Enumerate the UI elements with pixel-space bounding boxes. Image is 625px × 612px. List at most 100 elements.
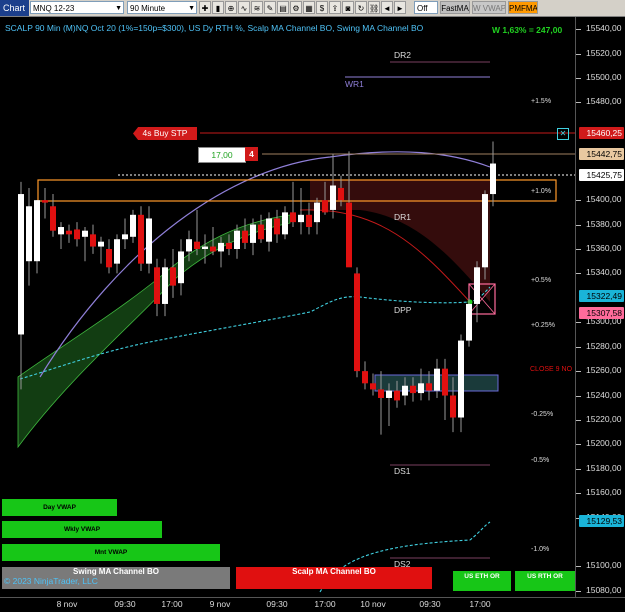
bull-candle[interactable] [402, 385, 408, 396]
bear-candle[interactable] [138, 214, 144, 264]
bull-candle[interactable] [130, 214, 136, 237]
cancel-order-button[interactable]: ✕ [557, 128, 569, 140]
strategies-button[interactable]: ≋ [251, 1, 263, 14]
bull-candle[interactable] [98, 241, 104, 247]
refresh-button[interactable]: ↻ [355, 1, 367, 14]
bull-candle[interactable] [114, 239, 120, 264]
fastma-button[interactable]: FastMA [440, 1, 470, 14]
instrument-selector[interactable]: MNQ 12-23 ▼ [30, 1, 124, 14]
bear-candle[interactable] [450, 395, 456, 418]
order-qty-field[interactable]: 17,00 [198, 147, 246, 163]
bull-candle[interactable] [434, 368, 440, 391]
scroll-right-button[interactable]: ► [394, 1, 406, 14]
bull-candle[interactable] [234, 230, 240, 249]
screenshot-button[interactable]: ◙ [342, 1, 354, 14]
bear-candle[interactable] [242, 230, 248, 243]
order-count-badge[interactable]: 4 [245, 147, 258, 161]
price-axis[interactable]: 15540,00 15520,00 15500,00 15480,00 15400,00… [575, 17, 625, 597]
price-chart[interactable]: SCALP 90 Min (M)NQ Oct 20 (1%=150p=$300)… [0, 17, 575, 597]
bear-candle[interactable] [394, 390, 400, 401]
scalp-ma-footer-bar[interactable]: Scalp MA Channel BO [236, 567, 432, 589]
wkly-vwap-button[interactable]: Wkly VWAP [2, 521, 162, 538]
bull-candle[interactable] [178, 251, 184, 284]
bull-candle[interactable] [458, 340, 464, 418]
bear-candle[interactable] [226, 242, 232, 249]
bull-candle[interactable] [18, 194, 24, 335]
bull-candle[interactable] [474, 267, 480, 304]
time-axis[interactable]: 8 nov 09:30 17:00 9 nov 09:30 17:00 10 nov 09:3… [0, 597, 625, 612]
bear-candle[interactable] [338, 187, 344, 201]
bull-candle[interactable] [250, 224, 256, 243]
day-vwap-button[interactable]: Day VWAP [2, 499, 117, 516]
bull-candle[interactable] [418, 383, 424, 394]
buy-stop-order[interactable]: 4s Buy STP [133, 127, 197, 140]
drawing-tools-button[interactable]: ✎ [264, 1, 276, 14]
mnt-vwap-button[interactable]: Mnt VWAP [2, 544, 220, 561]
bear-candle[interactable] [194, 241, 200, 249]
interval-selector[interactable]: 90 Minute ▼ [127, 1, 197, 14]
bear-candle[interactable] [370, 383, 376, 390]
off-selector[interactable]: Off [414, 1, 438, 14]
bar-style-button[interactable]: ▮ [212, 1, 224, 14]
us-rth-or-button[interactable]: US RTH OR [515, 571, 575, 591]
share-button[interactable]: ⇪ [329, 1, 341, 14]
bear-candle[interactable] [42, 200, 48, 203]
bull-candle[interactable] [314, 202, 320, 223]
arrow-right-icon: ► [396, 4, 404, 13]
bull-candle[interactable] [34, 200, 40, 262]
bull-candle[interactable] [330, 185, 336, 210]
bear-candle[interactable] [378, 389, 384, 398]
bear-candle[interactable] [258, 224, 264, 240]
bull-candle[interactable] [386, 390, 392, 398]
bull-candle[interactable] [466, 303, 472, 341]
link-button[interactable]: ⛓ [368, 1, 380, 14]
last-price-badge: 15425,75 [579, 169, 624, 181]
bear-candle[interactable] [346, 202, 352, 268]
bear-candle[interactable] [154, 267, 160, 304]
bear-candle[interactable] [274, 218, 280, 235]
bear-candle[interactable] [426, 383, 432, 391]
templates-button[interactable]: ▤ [277, 1, 289, 14]
bull-candle[interactable] [26, 206, 32, 262]
indicators-button[interactable]: ∿ [238, 1, 250, 14]
bear-candle[interactable] [210, 246, 216, 252]
bear-candle[interactable] [66, 230, 72, 235]
bull-candle[interactable] [282, 212, 288, 235]
bull-candle[interactable] [82, 230, 88, 237]
bull-candle[interactable] [202, 246, 208, 249]
bear-candle[interactable] [50, 206, 56, 231]
bull-candle[interactable] [122, 234, 128, 240]
bear-candle[interactable] [322, 200, 328, 213]
bear-candle[interactable] [170, 267, 176, 286]
bear-candle[interactable] [290, 212, 296, 223]
price-axis-label: 15400,00 [586, 194, 622, 205]
chart-tab[interactable]: Chart [0, 0, 29, 16]
scroll-left-button[interactable]: ◄ [381, 1, 393, 14]
bull-candle[interactable] [146, 218, 152, 264]
chart-trader-button[interactable]: $ [316, 1, 328, 14]
bear-candle[interactable] [410, 385, 416, 394]
bull-candle[interactable] [266, 218, 272, 242]
data-box-button[interactable]: ▦ [303, 1, 315, 14]
bull-candle[interactable] [298, 214, 304, 223]
bull-candle[interactable] [58, 227, 64, 235]
bull-candle[interactable] [218, 242, 224, 252]
bull-candle[interactable] [482, 194, 488, 268]
bear-candle[interactable] [354, 273, 360, 372]
bear-candle[interactable] [74, 229, 80, 240]
bear-candle[interactable] [90, 234, 96, 247]
bear-candle[interactable] [442, 368, 448, 396]
bear-candle[interactable] [362, 371, 368, 384]
pmfma-button[interactable]: PMFMA [508, 1, 538, 14]
bear-candle[interactable] [106, 249, 112, 268]
bull-candle[interactable] [162, 267, 168, 304]
crosshair-button[interactable]: ✚ [199, 1, 211, 14]
us-eth-or-button[interactable]: US ETH OR [453, 571, 511, 591]
wvwap-button[interactable]: W VWAP [472, 1, 506, 14]
properties-button[interactable]: ⚙ [290, 1, 302, 14]
bull-candle[interactable] [186, 239, 192, 252]
zoom-button[interactable]: ⊕ [225, 1, 237, 14]
bear-candle[interactable] [306, 214, 312, 228]
price-axis-label: 15200,00 [586, 438, 622, 449]
bull-candle[interactable] [490, 163, 496, 195]
